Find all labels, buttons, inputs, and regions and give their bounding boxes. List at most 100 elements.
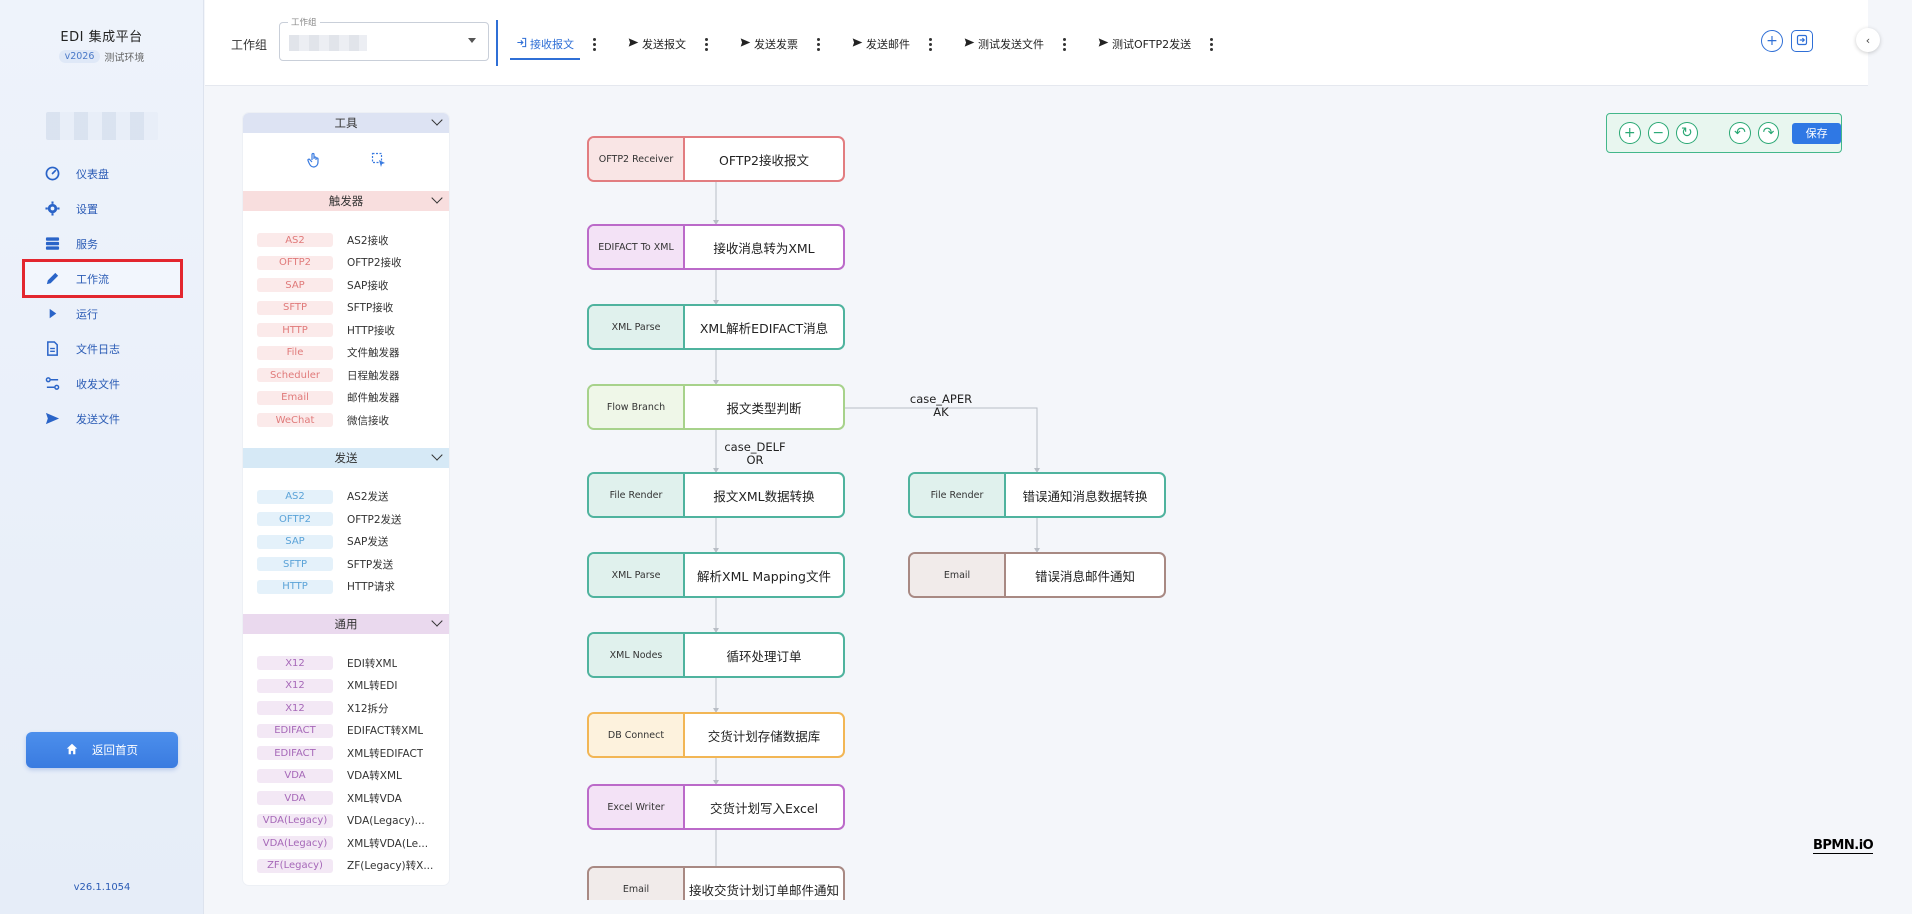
sidebar-item-run[interactable]: 运行: [0, 296, 203, 331]
palette-tag: HTTP: [257, 579, 333, 594]
back-home-button[interactable]: 返回首页: [26, 732, 178, 768]
chevron-down-icon: [431, 114, 443, 126]
node-label: 循环处理订单: [726, 648, 802, 664]
tab-test-oftp2-send[interactable]: 测试OFTP2发送: [1092, 30, 1197, 58]
tab-receive-message[interactable]: 接收报文: [510, 30, 580, 60]
sidebar-item-transfer-files[interactable]: 收发文件: [0, 366, 203, 401]
workflow-node[interactable]: File Render 报文XML数据转换: [587, 472, 845, 518]
workflow-node[interactable]: XML Nodes 循环处理订单: [587, 632, 845, 678]
palette-item[interactable]: ZF(Legacy) ZF(Legacy)转X...: [257, 855, 449, 878]
env-label: 测试环境: [104, 53, 145, 64]
palette-tag: X12: [257, 701, 333, 716]
workflow-node[interactable]: XML Parse 解析XML Mapping文件: [587, 552, 845, 598]
palette-section-send[interactable]: 发送: [243, 447, 449, 468]
hand-tool-icon[interactable]: [306, 152, 322, 172]
palette-item[interactable]: WeChat 微信接收: [257, 409, 449, 432]
palette-item[interactable]: AS2 AS2发送: [257, 486, 449, 509]
palette-item-name: SAP发送: [347, 536, 389, 549]
palette-tag: EDIFACT: [257, 746, 333, 761]
palette-item[interactable]: X12 XML转EDI: [257, 675, 449, 698]
workgroup-select[interactable]: 工作组: [279, 16, 489, 61]
palette-tag: HTTP: [257, 323, 333, 338]
palette-item-name: ZF(Legacy)转X...: [347, 860, 434, 873]
top-bar: 工作组 工作组 接收报文 发送报文 发送发票 发送邮件 测试发送文件 测试OFT…: [205, 0, 1868, 86]
palette-item[interactable]: SFTP SFTP接收: [257, 297, 449, 320]
tab-more-menu-icon[interactable]: [700, 36, 712, 53]
palette-item-name: XML转VDA: [347, 792, 402, 805]
sidebar-item-settings[interactable]: 设置: [0, 191, 203, 226]
tab-more-menu-icon[interactable]: [1058, 36, 1070, 53]
node-type: Excel Writer: [589, 786, 685, 828]
sidebar-item-send-files[interactable]: 发送文件: [0, 401, 203, 436]
app-version: v26.1.1054: [73, 882, 131, 893]
palette-section-common[interactable]: 通用: [243, 614, 449, 634]
sidebar-item-dashboard[interactable]: 仪表盘: [0, 156, 203, 191]
chevron-down-icon: [431, 192, 443, 204]
plus-icon: +: [1766, 33, 1778, 49]
palette-item-name: EDI转XML: [347, 657, 398, 670]
palette-tag: SAP: [257, 534, 333, 549]
palette-item[interactable]: HTTP HTTP请求: [257, 576, 449, 599]
workflow-node[interactable]: Email 接收交货计划订单邮件通知: [587, 866, 845, 900]
tab-more-menu-icon[interactable]: [1205, 36, 1217, 53]
bpmn-io-logo[interactable]: BPMN.iO: [1813, 838, 1874, 854]
workflow-canvas[interactable]: OFTP2 Receiver OFTP2接收报文 EDIFACT To XML …: [470, 100, 1850, 900]
workflow-node[interactable]: File Render 错误通知消息数据转换: [908, 472, 1166, 518]
workflow-node[interactable]: Email 错误消息邮件通知: [908, 552, 1166, 598]
sidebar-item-services[interactable]: 服务: [0, 226, 203, 261]
palette-item[interactable]: VDA XML转VDA: [257, 787, 449, 810]
palette-tag: X12: [257, 678, 333, 693]
workflow-node[interactable]: DB Connect 交货计划存储数据库: [587, 712, 845, 758]
user-avatar-blurred: [45, 112, 158, 140]
add-workflow-button[interactable]: +: [1761, 30, 1783, 52]
tab-send-email[interactable]: 发送邮件: [846, 30, 916, 58]
sidebar-item-file-log[interactable]: 文件日志: [0, 331, 203, 366]
palette-item[interactable]: VDA(Legacy) VDA(Legacy)...: [257, 810, 449, 833]
palette-section-tools[interactable]: 工具: [243, 113, 449, 133]
palette-item[interactable]: AS2 AS2接收: [257, 229, 449, 252]
tab-label: 测试发送文件: [978, 38, 1044, 51]
workflow-node[interactable]: XML Parse XML解析EDIFACT消息: [587, 304, 845, 350]
workflow-node[interactable]: Excel Writer 交货计划写入Excel: [587, 784, 845, 830]
tab-more-menu-icon[interactable]: [588, 36, 600, 53]
palette-item[interactable]: File 文件触发器: [257, 342, 449, 365]
import-workflow-button[interactable]: [1791, 30, 1813, 52]
node-label: 报文类型判断: [726, 400, 802, 416]
palette-section-triggers[interactable]: 触发器: [243, 191, 449, 211]
palette-tag: ZF(Legacy): [257, 858, 333, 873]
workflow-node[interactable]: EDIFACT To XML 接收消息转为XML: [587, 224, 845, 270]
tab-test-send-file[interactable]: 测试发送文件: [958, 30, 1050, 58]
palette-item[interactable]: X12 EDI转XML: [257, 652, 449, 675]
palette-item-name: 日程触发器: [347, 369, 400, 382]
lasso-tool-icon[interactable]: [371, 152, 387, 172]
edge-label-case-aperak: case_APER AK: [909, 392, 973, 419]
sidebar-item-workflow[interactable]: 工作流: [22, 259, 183, 298]
sidebar-item-label: 设置: [76, 202, 98, 216]
tab-more-menu-icon[interactable]: [812, 36, 824, 53]
palette-item[interactable]: SFTP SFTP发送: [257, 553, 449, 576]
tab-more-menu-icon[interactable]: [924, 36, 936, 53]
palette-item[interactable]: VDA VDA转XML: [257, 765, 449, 788]
palette-item[interactable]: HTTP HTTP接收: [257, 319, 449, 342]
send-icon: [628, 37, 639, 51]
palette-item[interactable]: SAP SAP接收: [257, 274, 449, 297]
tab-send-invoice[interactable]: 发送发票: [734, 30, 804, 58]
palette-tag: WeChat: [257, 413, 333, 428]
palette-item[interactable]: Scheduler 日程触发器: [257, 364, 449, 387]
workflow-node[interactable]: OFTP2 Receiver OFTP2接收报文: [587, 136, 845, 182]
palette-item[interactable]: OFTP2 OFTP2发送: [257, 508, 449, 531]
palette-item[interactable]: SAP SAP发送: [257, 531, 449, 554]
section-title: 发送: [334, 450, 358, 465]
palette-item[interactable]: VDA(Legacy) XML转VDA(Le...: [257, 832, 449, 855]
tab-send-message[interactable]: 发送报文: [622, 30, 692, 58]
palette-item[interactable]: X12 X12拆分: [257, 697, 449, 720]
palette-item[interactable]: Email 邮件触发器: [257, 387, 449, 410]
palette-item[interactable]: EDIFACT EDIFACT转XML: [257, 720, 449, 743]
workflow-node[interactable]: Flow Branch 报文类型判断: [587, 384, 845, 430]
palette-item[interactable]: OFTP2 OFTP2接收: [257, 252, 449, 275]
palette-item[interactable]: EDIFACT XML转EDIFACT: [257, 742, 449, 765]
palette-item-name: VDA转XML: [347, 770, 402, 783]
collapse-panel-button[interactable]: ‹: [1856, 28, 1880, 52]
sidebar-item-label: 发送文件: [76, 412, 120, 426]
node-type: XML Parse: [589, 554, 685, 596]
